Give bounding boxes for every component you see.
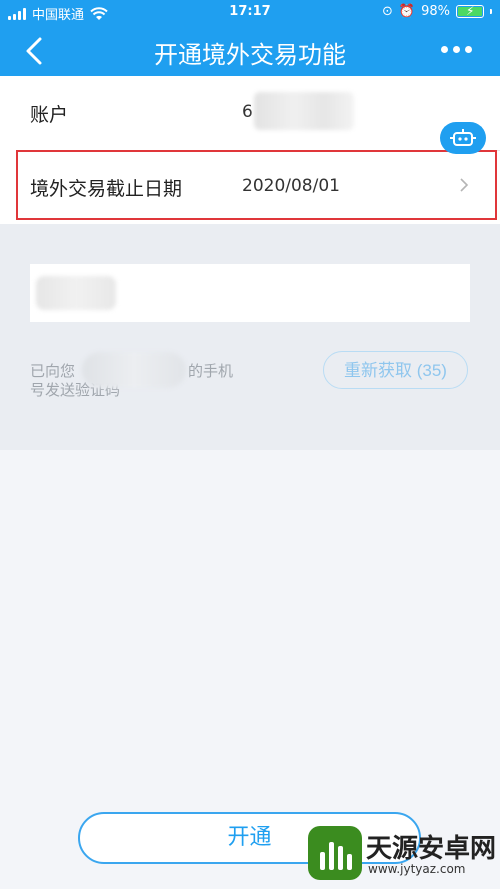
deadline-value: 2020/08/01	[242, 176, 340, 196]
verification-area	[0, 224, 500, 450]
account-card: 账户 6 境外交易截止日期 2020/08/01	[0, 76, 500, 224]
alarm-icon: ⏰	[398, 4, 416, 19]
input-blur-mask	[36, 276, 116, 310]
battery-icon: ⚡	[456, 4, 484, 18]
account-row: 账户 6	[0, 76, 500, 150]
watermark-logo-icon	[308, 826, 362, 880]
status-right: ⊙ ⏰ 98% ⚡	[382, 4, 492, 19]
chevron-right-icon	[460, 178, 469, 192]
account-value: 6	[242, 102, 253, 122]
sms-text-part1: 已向您	[30, 362, 76, 380]
rotation-lock-icon: ⊙	[382, 4, 393, 19]
watermark-url: www.jytyaz.com	[368, 862, 466, 876]
account-blur-mask	[254, 92, 354, 130]
more-menu-icon[interactable]	[441, 46, 472, 53]
phone-blur-mask	[82, 352, 186, 388]
watermark-title: 天源安卓网	[366, 834, 497, 864]
robot-assistant-button[interactable]	[440, 122, 486, 154]
battery-cap	[490, 9, 492, 14]
robot-icon	[450, 129, 476, 146]
battery-percent: 98%	[421, 4, 450, 19]
status-bar: 中国联通 17:17 ⊙ ⏰ 98% ⚡	[0, 0, 500, 26]
watermark: 天源安卓网 www.jytyaz.com	[300, 820, 500, 889]
verification-code-input[interactable]	[30, 264, 470, 322]
resend-code-button[interactable]: 重新获取 (35)	[323, 351, 468, 389]
account-label: 账户	[30, 104, 69, 126]
nav-bar: 开通境外交易功能	[0, 26, 500, 76]
deadline-row[interactable]: 境外交易截止日期 2020/08/01	[0, 150, 500, 224]
deadline-label: 境外交易截止日期	[30, 178, 183, 200]
page-title: 开通境外交易功能	[154, 41, 346, 69]
